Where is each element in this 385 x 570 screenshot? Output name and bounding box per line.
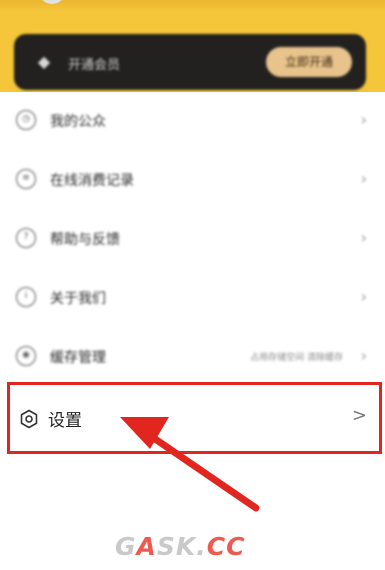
chevron-right-icon: ›: [360, 287, 367, 306]
eye-icon: ◉: [16, 346, 36, 366]
menu-item-records[interactable]: ≡ 在线消费记录 ›: [0, 151, 385, 209]
cache-size-text: 占用存储空间 清除缓存: [250, 353, 343, 363]
receipt-icon: ≡: [16, 169, 36, 189]
menu-item-cache[interactable]: ◉ 缓存管理 占用存储空间 清除缓存 ›: [0, 328, 385, 386]
clock-icon: ◷: [16, 110, 36, 130]
diamond-icon: ◆: [37, 52, 51, 71]
chevron-right-icon: ›: [360, 228, 367, 247]
menu-item-label: 我的公众: [50, 114, 106, 130]
help-icon: ?: [16, 228, 36, 248]
watermark-text: G: [115, 532, 137, 561]
watermark-accent: CC: [206, 532, 246, 561]
chevron-right-icon: ›: [360, 169, 367, 188]
menu-item-help[interactable]: ? 帮助与反馈 ›: [0, 210, 385, 268]
menu-item-settings[interactable]: 设置 >: [0, 385, 385, 449]
vip-label: 开通会员: [68, 58, 121, 73]
info-icon: i: [16, 287, 36, 307]
chevron-right-icon: >: [351, 405, 367, 426]
menu-item-label: 缓存管理: [50, 350, 106, 366]
watermark-text: SK.: [156, 532, 207, 561]
watermark-logo: GASK.CC: [115, 532, 245, 561]
chevron-right-icon: ›: [360, 346, 367, 365]
watermark-accent: A: [136, 532, 157, 561]
chevron-right-icon: ›: [360, 110, 367, 129]
settings-label: 设置: [48, 411, 82, 431]
vip-banner[interactable]: ◆ 开通会员 立即开通: [14, 34, 366, 90]
menu-item-my[interactable]: ◷ 我的公众 ›: [0, 92, 385, 150]
hexagon-gear-icon: [20, 409, 38, 429]
menu-item-about[interactable]: i 关于我们 ›: [0, 269, 385, 327]
menu-item-label: 帮助与反馈: [50, 232, 120, 248]
menu-item-label: 在线消费记录: [50, 173, 134, 189]
vip-open-button[interactable]: 立即开通: [266, 47, 352, 77]
menu-item-label: 关于我们: [50, 291, 106, 307]
